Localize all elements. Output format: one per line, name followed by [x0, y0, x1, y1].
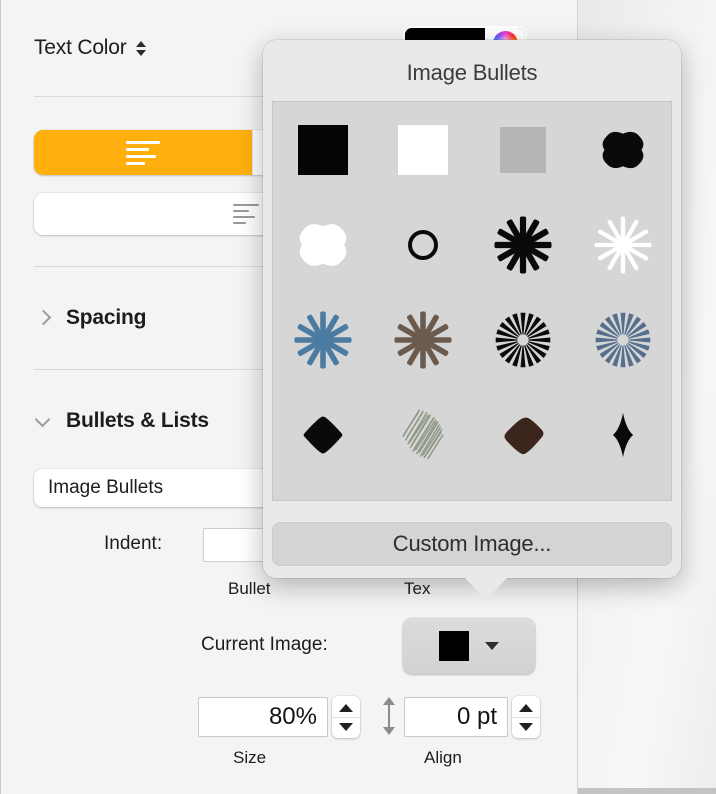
size-field[interactable]: 80% — [198, 697, 328, 737]
bullet-option-partial[interactable] — [273, 482, 373, 500]
blue-sunburst-bullet — [595, 312, 651, 367]
indent-label: Indent: — [104, 533, 163, 554]
vertical-align-icon — [381, 697, 397, 735]
up-down-chevron-icon[interactable] — [135, 40, 146, 56]
chevron-down-icon[interactable] — [519, 722, 533, 731]
bullet-option-white-starburst[interactable] — [573, 197, 671, 292]
current-image-swatch — [439, 631, 469, 661]
align-left-icon — [125, 140, 160, 165]
chevron-up-icon[interactable] — [339, 703, 353, 712]
blue-starburst-bullet — [294, 310, 352, 369]
bullet-option-black-starburst[interactable] — [473, 197, 573, 292]
image-bullets-grid — [273, 102, 671, 500]
spacing-section-title: Spacing — [66, 306, 147, 329]
gray-square-bullet — [500, 126, 546, 173]
bullet-option-black-blob-square[interactable] — [573, 102, 671, 197]
chevron-right-icon[interactable] — [36, 311, 50, 325]
bullet-indent-caption: Bullet — [228, 579, 271, 598]
size-stepper[interactable] — [332, 696, 360, 738]
sidebar-section-bullets-lists[interactable]: Bullets & Lists — [36, 409, 209, 433]
chevron-down-icon[interactable] — [339, 722, 353, 731]
current-image-popup-button[interactable] — [403, 618, 535, 674]
align-left-button[interactable] — [34, 130, 253, 175]
sidebar-section-spacing[interactable]: Spacing — [36, 306, 146, 330]
current-image-label: Current Image: — [201, 634, 328, 655]
custom-image-label: Custom Image... — [392, 531, 552, 556]
white-square-bullet — [398, 124, 448, 175]
popover-title: Image Bullets — [406, 60, 538, 85]
bullet-option-white-blob-square[interactable] — [273, 197, 373, 292]
white-starburst-bullet — [594, 215, 652, 274]
canvas-bottom-strip — [578, 788, 716, 794]
align-field[interactable]: 0 pt — [404, 697, 508, 737]
chevron-down-icon[interactable] — [36, 414, 50, 428]
brown-starburst-bullet — [394, 310, 452, 369]
text-color-label: Text Color — [34, 36, 127, 59]
bullet-option-white-square[interactable] — [373, 102, 473, 197]
text-indent-caption: Tex — [404, 579, 431, 598]
bullet-option-black-circle-outline[interactable] — [373, 197, 473, 292]
bullet-option-brown-starburst[interactable] — [373, 292, 473, 387]
bullet-option-black-diamond[interactable] — [273, 387, 373, 482]
bullet-option-sketched-diamond[interactable] — [373, 387, 473, 482]
chevron-up-icon[interactable] — [519, 703, 533, 712]
custom-image-button[interactable]: Custom Image... — [272, 522, 672, 566]
bullet-option-partial[interactable] — [373, 482, 473, 500]
black-starburst-bullet — [494, 215, 552, 274]
black-four-point-star-bullet — [612, 412, 634, 457]
text-color-row[interactable]: Text Color — [34, 36, 146, 60]
sidebar-left-edge — [0, 0, 1, 794]
align-caption: Align — [424, 748, 462, 767]
black-rounded-blob-bullet — [602, 131, 644, 168]
bullet-option-partial[interactable] — [573, 482, 671, 500]
bullet-option-black-square[interactable] — [273, 102, 373, 197]
brown-diamond-bullet — [504, 416, 544, 454]
screen: Text Color Spacing Bullets & Lists Image… — [0, 0, 716, 794]
bullet-option-partial[interactable] — [473, 482, 573, 500]
list-style-value: Image Bullets — [48, 477, 164, 498]
black-circle-outline-bullet — [408, 229, 438, 260]
align-value: 0 pt — [456, 703, 497, 730]
black-diamond-bullet — [303, 416, 343, 453]
align-stepper[interactable] — [512, 696, 540, 738]
chevron-down-icon[interactable] — [485, 642, 499, 650]
image-bullets-scroll-area[interactable] — [272, 101, 672, 501]
black-square-bullet — [298, 124, 348, 175]
bullet-option-black-sunburst[interactable] — [473, 292, 573, 387]
white-rounded-blob-bullet — [299, 223, 347, 266]
size-value: 80% — [268, 703, 317, 730]
size-caption: Size — [233, 748, 267, 767]
bullet-option-blue-starburst[interactable] — [273, 292, 373, 387]
bullets-lists-section-title: Bullets & Lists — [66, 409, 209, 432]
green-sketched-diamond-bullet — [402, 408, 444, 459]
bullet-option-black-four-point-star[interactable] — [573, 387, 671, 482]
bullet-option-brown-diamond[interactable] — [473, 387, 573, 482]
black-sunburst-bullet — [495, 312, 551, 367]
image-bullets-popover: Image Bullets Custom Image... — [263, 40, 681, 600]
bullet-option-gray-square[interactable] — [473, 102, 573, 197]
bullet-option-blue-sunburst[interactable] — [573, 292, 671, 387]
